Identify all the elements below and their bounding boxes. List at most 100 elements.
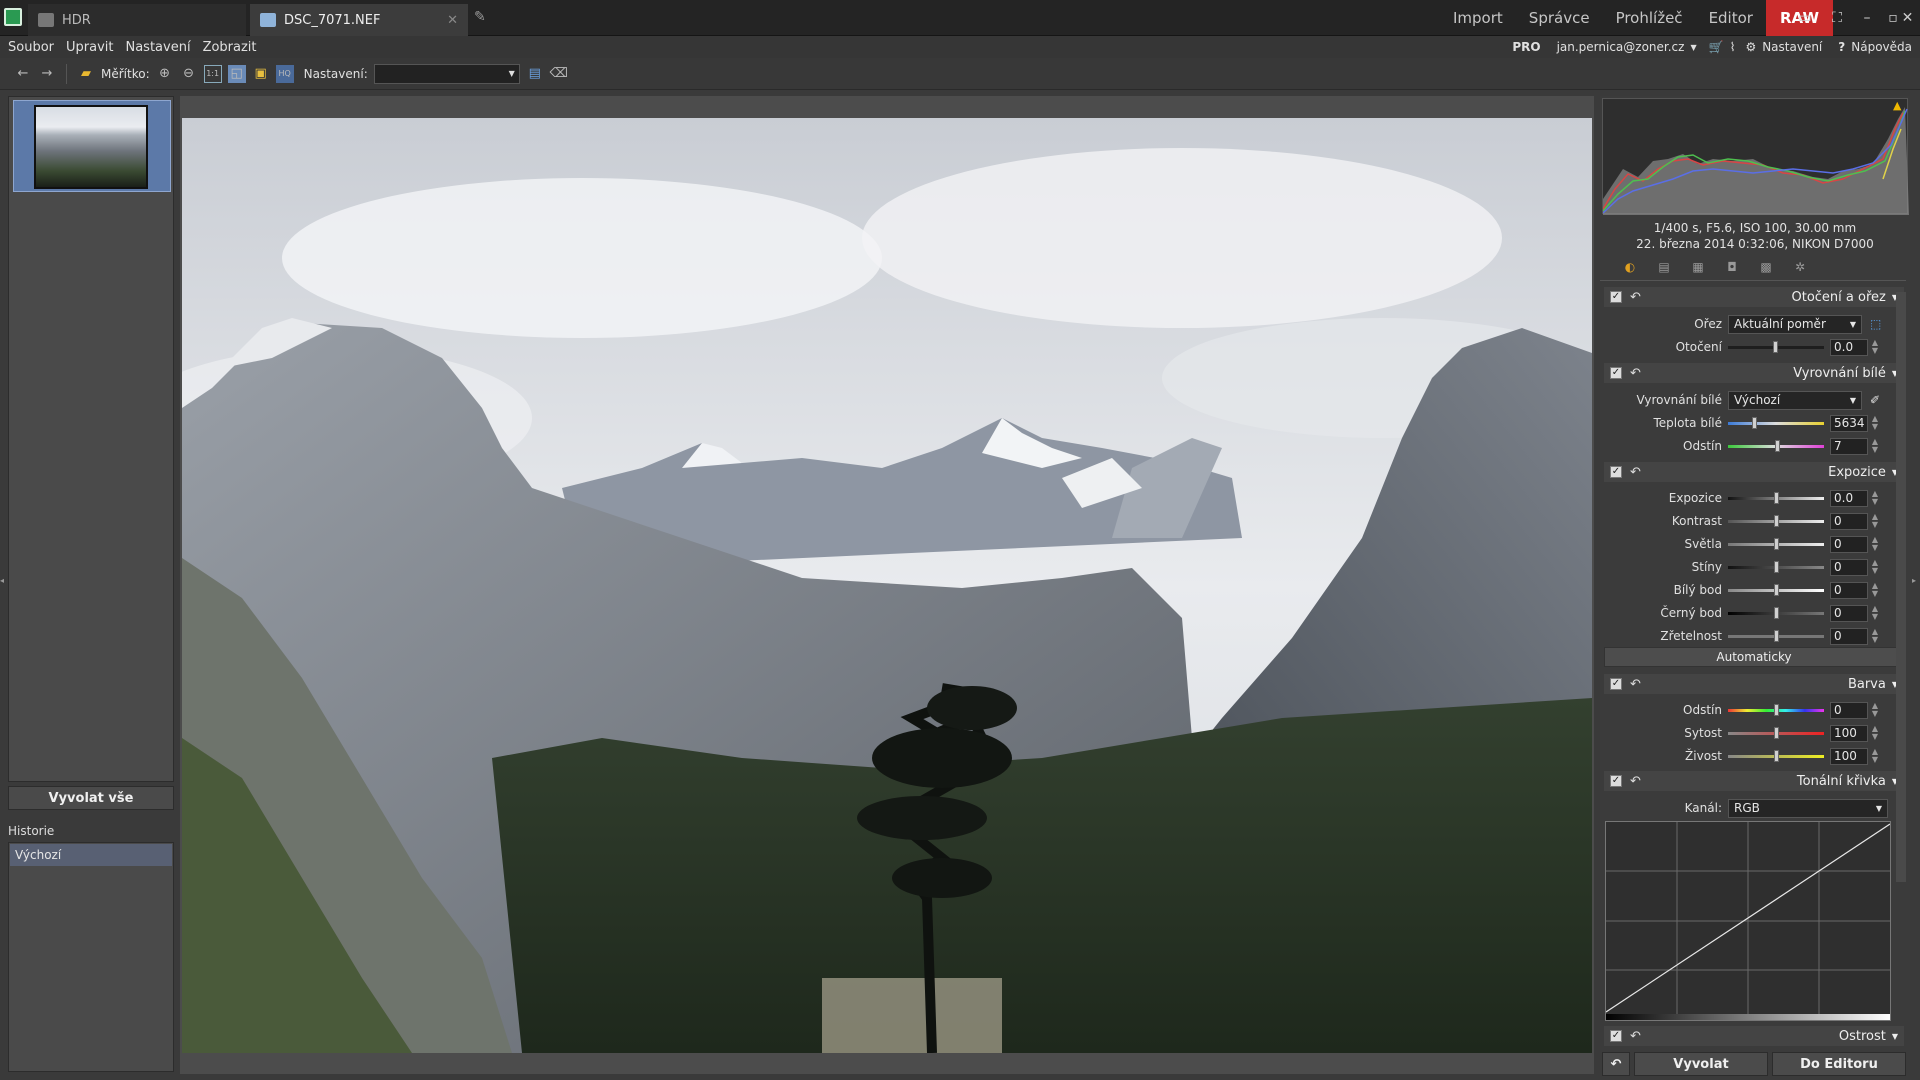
spin-arrows-icon[interactable]: ▲ ▼ xyxy=(1870,725,1880,741)
collapse-left-icon[interactable]: ◂ xyxy=(0,576,6,586)
menu-view[interactable]: Zobrazit xyxy=(199,40,261,55)
undo-icon[interactable]: ↶ xyxy=(1630,465,1641,480)
spin-arrows-icon[interactable]: ▲ ▼ xyxy=(1870,339,1880,355)
mode-import[interactable]: Import xyxy=(1440,0,1516,36)
spin-arrows-icon[interactable]: ▲ ▼ xyxy=(1870,415,1880,431)
undo-icon[interactable]: ↶ xyxy=(1630,290,1641,305)
zoom-in-icon[interactable]: ⊕ xyxy=(156,65,174,83)
spin-arrows-icon[interactable]: ▲ ▼ xyxy=(1870,490,1880,506)
mode-manager[interactable]: Správce xyxy=(1516,0,1603,36)
spin-arrows-icon[interactable]: ▲ ▼ xyxy=(1870,628,1880,644)
menu-file[interactable]: Soubor xyxy=(4,40,58,55)
grid-icon[interactable]: ▦ xyxy=(1690,260,1706,276)
contrast-input[interactable]: 0 xyxy=(1830,512,1868,530)
undo-icon[interactable]: ↶ xyxy=(1630,366,1641,381)
auto-button[interactable]: Automaticky xyxy=(1604,647,1904,667)
rotate-slider[interactable] xyxy=(1728,337,1824,357)
spin-arrows-icon[interactable]: ▲ ▼ xyxy=(1870,559,1880,575)
saturation-slider[interactable] xyxy=(1728,723,1824,743)
enable-checkbox[interactable]: ✓ xyxy=(1610,678,1622,690)
section-tone-curve[interactable]: ✓ ↶ Tonální křivka ▼ xyxy=(1604,771,1904,791)
undo-icon[interactable]: ↶ xyxy=(1630,774,1641,789)
spin-arrows-icon[interactable]: ▲ ▼ xyxy=(1870,582,1880,598)
spin-arrows-icon[interactable]: ▲ ▼ xyxy=(1870,748,1880,764)
spin-arrows-icon[interactable]: ▲ ▼ xyxy=(1870,702,1880,718)
new-tab-icon[interactable]: ✎ xyxy=(474,9,492,25)
undo-icon[interactable]: ↶ xyxy=(1630,677,1641,692)
highlights-slider[interactable] xyxy=(1728,534,1824,554)
fullscreen-icon[interactable]: ⛶ xyxy=(1822,0,1852,36)
crop-tool-icon[interactable]: ⬚ xyxy=(1870,317,1881,331)
chevron-down-icon[interactable]: ▼ xyxy=(1690,43,1696,52)
settings-link[interactable]: Nastavení xyxy=(1762,40,1822,54)
compare-icon[interactable]: ▣ xyxy=(252,65,270,83)
close-tab-icon[interactable]: ✕ xyxy=(447,13,458,28)
hue-slider[interactable] xyxy=(1728,700,1824,720)
exposure-input[interactable]: 0.0 xyxy=(1830,489,1868,507)
back-arrow-icon[interactable]: ← xyxy=(14,65,32,83)
photo-preview[interactable] xyxy=(182,118,1592,1053)
tone-curve-editor[interactable] xyxy=(1605,821,1891,1021)
help-link[interactable]: Nápověda xyxy=(1851,40,1912,54)
tint-input[interactable]: 7 xyxy=(1830,437,1868,455)
spin-arrows-icon[interactable]: ▲ ▼ xyxy=(1870,605,1880,621)
screen-icon[interactable]: ▭ xyxy=(1790,0,1820,36)
crop-select[interactable]: Aktuální poměr ▼ xyxy=(1728,314,1862,334)
section-crop-rotate[interactable]: ✓ ↶ Otočení a ořez ▼ xyxy=(1604,287,1904,307)
saturation-input[interactable]: 100 xyxy=(1830,724,1868,742)
exposure-slider[interactable] xyxy=(1728,488,1824,508)
close-window-icon[interactable]: ✕ xyxy=(1895,0,1920,36)
black-point-input[interactable]: 0 xyxy=(1830,604,1868,622)
history-item[interactable]: Výchozí xyxy=(10,844,172,866)
temperature-input[interactable]: 5634 xyxy=(1830,414,1868,432)
shadows-slider[interactable] xyxy=(1728,557,1824,577)
thumbnail-selected[interactable] xyxy=(13,100,171,192)
contrast-slider[interactable] xyxy=(1728,511,1824,531)
account-dropdown[interactable]: jan.pernica@zoner.cz xyxy=(1557,40,1685,54)
spin-arrows-icon[interactable]: ▲ ▼ xyxy=(1870,438,1880,454)
menu-settings[interactable]: Nastavení xyxy=(121,40,194,55)
save-preset-icon[interactable]: ▤ xyxy=(526,65,544,83)
undo-icon[interactable]: ↶ xyxy=(1630,1029,1641,1044)
mode-editor[interactable]: Editor xyxy=(1696,0,1766,36)
layers-icon[interactable]: ▤ xyxy=(1656,260,1672,276)
section-white-balance[interactable]: ✓ ↶ Vyrovnání bílé ▼ xyxy=(1604,363,1904,383)
section-sharpen[interactable]: ✓ ↶ Ostrost ▼ xyxy=(1604,1026,1904,1046)
to-editor-button[interactable]: Do Editoru xyxy=(1772,1052,1906,1076)
panel-scrollbar[interactable] xyxy=(1896,292,1906,882)
spin-arrows-icon[interactable]: ▲ ▼ xyxy=(1870,513,1880,529)
hq-preview-icon[interactable]: HQ xyxy=(275,64,294,83)
clarity-slider[interactable] xyxy=(1728,626,1824,646)
clipping-warning-icon[interactable]: ▲ xyxy=(1893,100,1905,111)
shadows-input[interactable]: 0 xyxy=(1830,558,1868,576)
section-exposure[interactable]: ✓ ↶ Expozice ▼ xyxy=(1604,462,1904,482)
highlights-input[interactable]: 0 xyxy=(1830,535,1868,553)
rotate-input[interactable]: 0.0 xyxy=(1830,338,1868,356)
forward-arrow-icon[interactable]: → xyxy=(38,65,56,83)
eyedropper-icon[interactable]: ✐ xyxy=(1870,393,1880,407)
settings-gear-icon[interactable]: ✲ xyxy=(1792,260,1808,276)
delete-preset-icon[interactable]: ⌫ xyxy=(550,65,568,83)
lens-icon[interactable]: ◘ xyxy=(1724,260,1740,276)
export-icon[interactable]: ▩ xyxy=(1758,260,1774,276)
clarity-input[interactable]: 0 xyxy=(1830,627,1868,645)
white-point-slider[interactable] xyxy=(1728,580,1824,600)
help-icon[interactable]: ? xyxy=(1838,40,1845,54)
develop-all-button[interactable]: Vyvolat vše xyxy=(8,786,174,810)
gear-icon[interactable]: ⚙ xyxy=(1745,40,1756,54)
wb-select[interactable]: Výchozí ▼ xyxy=(1728,390,1862,410)
vibrance-input[interactable]: 100 xyxy=(1830,747,1868,765)
tab-dsc-7071[interactable]: DSC_7071.NEF ✕ xyxy=(250,4,468,36)
hue-input[interactable]: 0 xyxy=(1830,701,1868,719)
temperature-slider[interactable] xyxy=(1728,413,1824,433)
color-adjust-icon[interactable]: ◐ xyxy=(1622,260,1638,276)
spin-arrows-icon[interactable]: ▲ ▼ xyxy=(1870,536,1880,552)
black-point-slider[interactable] xyxy=(1728,603,1824,623)
fit-to-screen-icon[interactable]: ◱ xyxy=(227,64,246,83)
enable-checkbox[interactable]: ✓ xyxy=(1610,1030,1622,1042)
zoom-out-icon[interactable]: ⊖ xyxy=(180,65,198,83)
enable-checkbox[interactable]: ✓ xyxy=(1610,367,1622,379)
mode-viewer[interactable]: Prohlížeč xyxy=(1603,0,1696,36)
cart-icon[interactable]: 🛒 xyxy=(1709,40,1724,54)
section-color[interactable]: ✓ ↶ Barva ▼ xyxy=(1604,674,1904,694)
